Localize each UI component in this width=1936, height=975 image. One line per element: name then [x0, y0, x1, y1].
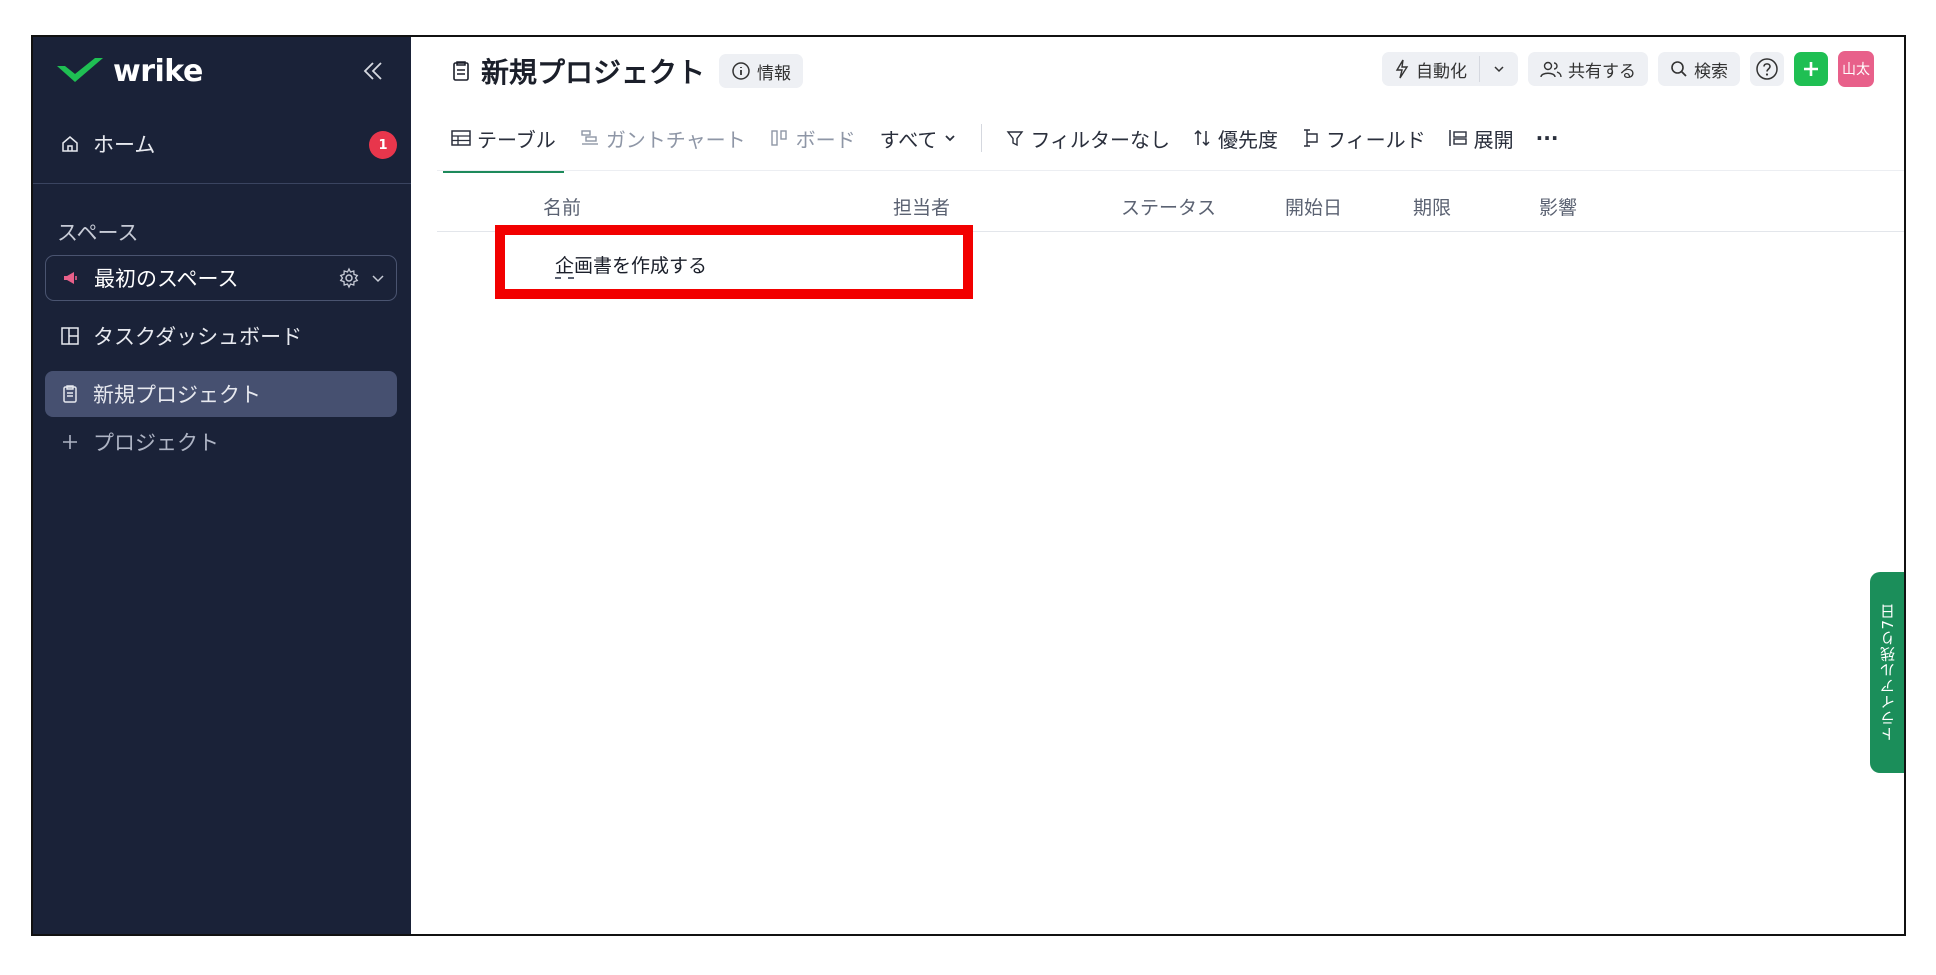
- toolbar-divider: [981, 124, 983, 152]
- automation-dropdown-button[interactable]: [1480, 52, 1518, 86]
- automation-button-group: 自動化: [1382, 52, 1518, 86]
- share-label: 共有する: [1568, 61, 1636, 82]
- share-button[interactable]: 共有する: [1528, 52, 1648, 86]
- gantt-icon: [581, 130, 598, 145]
- toolbar-divider-line: [437, 170, 1904, 171]
- sidebar-item-task-dashboard[interactable]: タスクダッシュボード: [45, 313, 397, 359]
- table-icon: [451, 130, 471, 146]
- task-name-rest: 画書を作成する: [574, 255, 708, 277]
- notification-badge: 1: [369, 131, 397, 159]
- board-icon: [770, 130, 787, 146]
- info-label: 情報: [757, 63, 792, 84]
- column-header-impact[interactable]: 影響: [1539, 193, 1577, 220]
- column-header-assignee[interactable]: 担当者: [893, 193, 950, 220]
- search-icon: [1671, 61, 1687, 77]
- sidebar-item-add-project[interactable]: プロジェクト: [45, 419, 397, 465]
- brand-name: wrike: [113, 53, 203, 89]
- tab-table[interactable]: テーブル: [443, 117, 564, 173]
- chevron-down-icon: [1494, 66, 1504, 73]
- sidebar-divider: [33, 183, 411, 184]
- tab-label: ボード: [795, 127, 856, 152]
- app-window: wrike ホーム 1 スペース 最初のスペース タスクダッシュボード 新規プロ…: [31, 35, 1906, 936]
- space-selector[interactable]: 最初のスペース: [45, 255, 397, 301]
- question-icon: [1756, 58, 1778, 80]
- logo[interactable]: wrike: [55, 51, 203, 91]
- tab-label: テーブル: [477, 127, 556, 152]
- automation-button[interactable]: 自動化: [1382, 52, 1479, 86]
- dropdown-label: すべて: [879, 127, 938, 152]
- clipboard-icon: [59, 383, 81, 405]
- tab-gantt[interactable]: ガントチャート: [572, 117, 754, 159]
- table-header: 名前 担当者 ステータス 開始日 期限 影響: [437, 185, 1904, 223]
- view-toolbar: テーブル ガントチャート ボード すべて フィルターなし 優先度 フィールド 展…: [443, 117, 1567, 173]
- filter-button[interactable]: フィルターなし: [998, 117, 1178, 159]
- sidebar-item-label: タスクダッシュボード: [93, 325, 303, 349]
- collapse-sidebar-button[interactable]: [357, 55, 389, 87]
- tab-board[interactable]: ボード: [762, 117, 864, 159]
- chevron-down-icon: [945, 135, 956, 142]
- expand-label: 展開: [1473, 127, 1514, 152]
- fields-icon: [1304, 129, 1318, 147]
- help-button[interactable]: [1750, 52, 1784, 86]
- expand-button[interactable]: 展開: [1440, 117, 1522, 159]
- space-name: 最初のスペース: [94, 267, 239, 291]
- task-name[interactable]: 企画書を作成する: [555, 251, 708, 279]
- megaphone-icon: [60, 267, 82, 289]
- plus-icon: [1804, 62, 1818, 76]
- trial-remaining-tab[interactable]: トライアル残り7日: [1870, 572, 1904, 773]
- fields-button[interactable]: フィールド: [1292, 117, 1434, 159]
- lightning-icon: [1395, 59, 1409, 79]
- sidebar-item-label: 新規プロジェクト: [93, 383, 261, 407]
- table-row[interactable]: 企画書を作成する: [495, 225, 973, 299]
- column-header-due-date[interactable]: 期限: [1413, 193, 1451, 220]
- info-icon: [732, 62, 750, 80]
- filter-label: フィルターなし: [1030, 127, 1171, 152]
- sidebar-item-label: ホーム: [93, 133, 156, 157]
- sort-icon: [1194, 129, 1210, 147]
- search-button[interactable]: 検索: [1658, 52, 1740, 86]
- home-icon: [59, 133, 81, 155]
- tab-label: ガントチャート: [605, 127, 746, 152]
- task-name-first-char: 企: [555, 255, 575, 279]
- page-header: 新規プロジェクト 情報: [451, 49, 804, 93]
- gear-icon[interactable]: [338, 267, 360, 289]
- automation-label: 自動化: [1416, 61, 1467, 82]
- avatar[interactable]: 山太: [1838, 51, 1874, 87]
- wrike-check-icon: [57, 58, 103, 82]
- sort-priority-button[interactable]: 優先度: [1184, 117, 1286, 159]
- view-all-dropdown[interactable]: すべて: [872, 117, 966, 159]
- header-actions: 自動化 共有する 検索 山太: [1382, 51, 1874, 87]
- column-header-name[interactable]: 名前: [543, 193, 581, 220]
- expand-icon: [1448, 130, 1467, 146]
- sidebar-item-home[interactable]: ホーム 1: [45, 121, 397, 167]
- page-title[interactable]: 新規プロジェクト: [481, 51, 705, 91]
- add-button[interactable]: [1794, 52, 1828, 86]
- dashboard-icon: [59, 325, 81, 347]
- info-button[interactable]: 情報: [719, 54, 804, 88]
- main-content: 新規プロジェクト 情報 自動化 共有する 検索 山太 テーブル ガントチャート …: [413, 37, 1904, 934]
- search-label: 検索: [1694, 61, 1728, 82]
- sidebar: wrike ホーム 1 スペース 最初のスペース タスクダッシュボード 新規プロ…: [33, 37, 411, 934]
- chevron-down-icon[interactable]: [370, 270, 386, 286]
- filter-icon: [1007, 131, 1024, 147]
- column-header-start-date[interactable]: 開始日: [1285, 193, 1342, 220]
- trial-label: トライアル残り7日: [1878, 603, 1897, 742]
- sort-label: 優先度: [1218, 127, 1279, 152]
- column-header-status[interactable]: ステータス: [1121, 193, 1216, 220]
- sidebar-item-label: プロジェクト: [93, 431, 219, 455]
- users-icon: [1540, 61, 1562, 78]
- plus-icon: [59, 431, 81, 453]
- space-section-label: スペース: [57, 221, 139, 245]
- more-icon: ···: [1535, 126, 1559, 150]
- fields-label: フィールド: [1326, 127, 1426, 152]
- double-chevron-left-icon: [363, 62, 382, 80]
- sidebar-item-new-project[interactable]: 新規プロジェクト: [45, 371, 397, 417]
- clipboard-icon: [453, 61, 469, 81]
- more-options-button[interactable]: ···: [1528, 117, 1567, 159]
